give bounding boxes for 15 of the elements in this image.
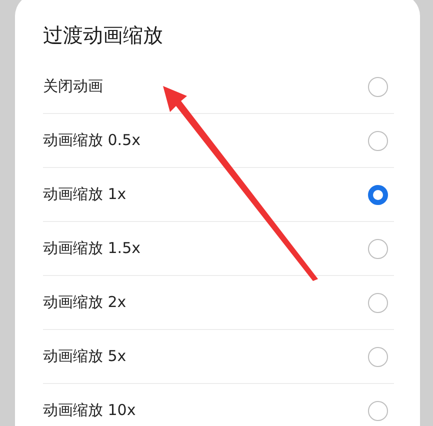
option-label: 动画缩放 10x <box>43 401 136 420</box>
option-label: 动画缩放 1x <box>43 185 126 204</box>
option-label: 关闭动画 <box>43 77 103 96</box>
option-label: 动画缩放 0.5x <box>43 131 140 150</box>
radio-button[interactable] <box>368 346 388 366</box>
radio-button[interactable] <box>368 400 388 420</box>
radio-button[interactable] <box>368 76 388 96</box>
option-label: 动画缩放 5x <box>43 347 126 366</box>
radio-button[interactable] <box>368 238 388 258</box>
radio-button[interactable] <box>368 130 388 150</box>
radio-button[interactable] <box>368 184 388 204</box>
option-label: 动画缩放 1.5x <box>43 239 140 258</box>
option-label: 动画缩放 2x <box>43 293 126 312</box>
radio-button[interactable] <box>368 292 388 312</box>
dialog-title: 过渡动画缩放 <box>43 22 164 48</box>
